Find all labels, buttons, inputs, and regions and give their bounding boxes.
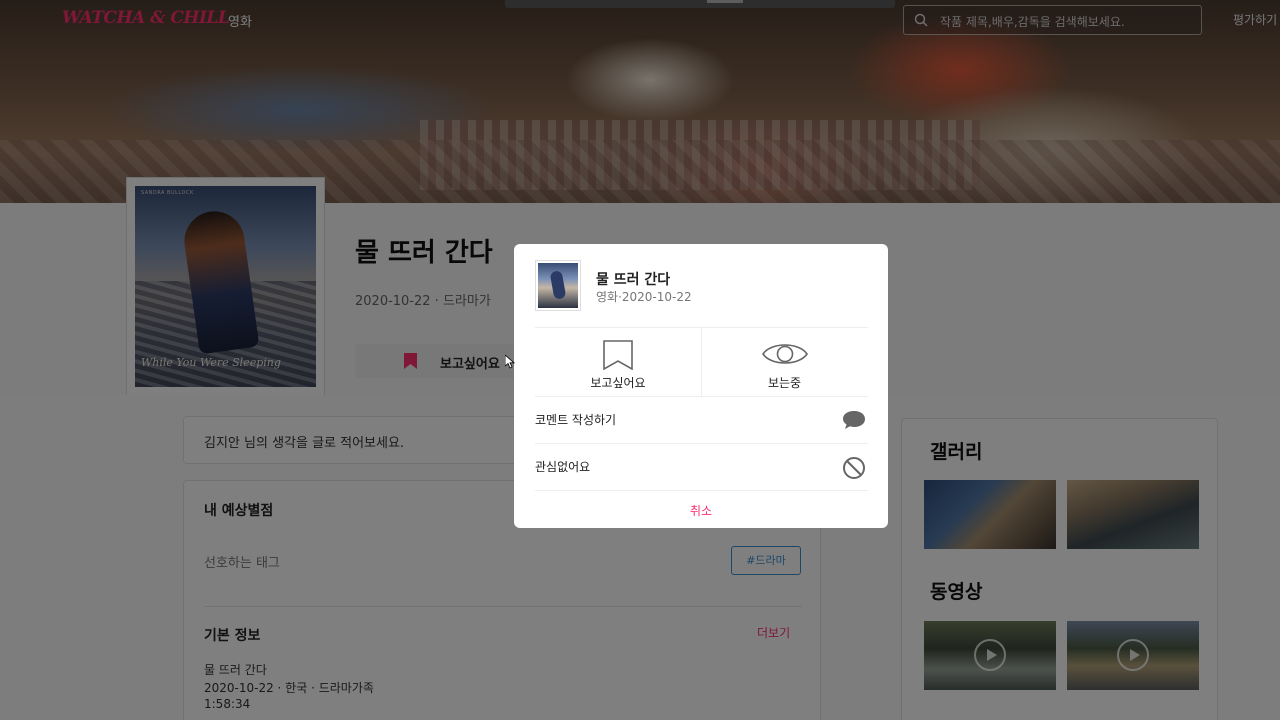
write-comment-label: 코멘트 작성하기 [535, 413, 617, 427]
want-to-watch-option[interactable]: 보고싶어요 [535, 328, 701, 396]
mouse-cursor-icon [505, 355, 515, 369]
divider [535, 490, 868, 491]
not-interested-label: 관심없어요 [535, 460, 591, 474]
modal-movie-title: 물 뜨러 간다 [596, 272, 671, 288]
eye-icon [761, 344, 808, 364]
block-icon [843, 457, 865, 479]
watching-option[interactable]: 보는중 [701, 328, 867, 396]
want-to-watch-option-label: 보고싶어요 [590, 376, 646, 390]
speech-bubble-icon [843, 411, 865, 429]
modal-movie-subtitle: 영화·2020-10-22 [596, 290, 692, 304]
modal-poster-image [538, 263, 578, 308]
not-interested-row[interactable]: 관심없어요 [535, 444, 868, 490]
bookmark-outline-icon [603, 340, 633, 370]
write-comment-row[interactable]: 코멘트 작성하기 [535, 397, 868, 443]
cancel-button[interactable]: 취소 [514, 502, 888, 519]
status-modal: 물 뜨러 간다 영화·2020-10-22 보고싶어요 보는중 코멘트 작성하기… [514, 244, 888, 528]
watching-option-label: 보는중 [767, 376, 802, 390]
modal-poster-thumbnail [535, 260, 581, 311]
